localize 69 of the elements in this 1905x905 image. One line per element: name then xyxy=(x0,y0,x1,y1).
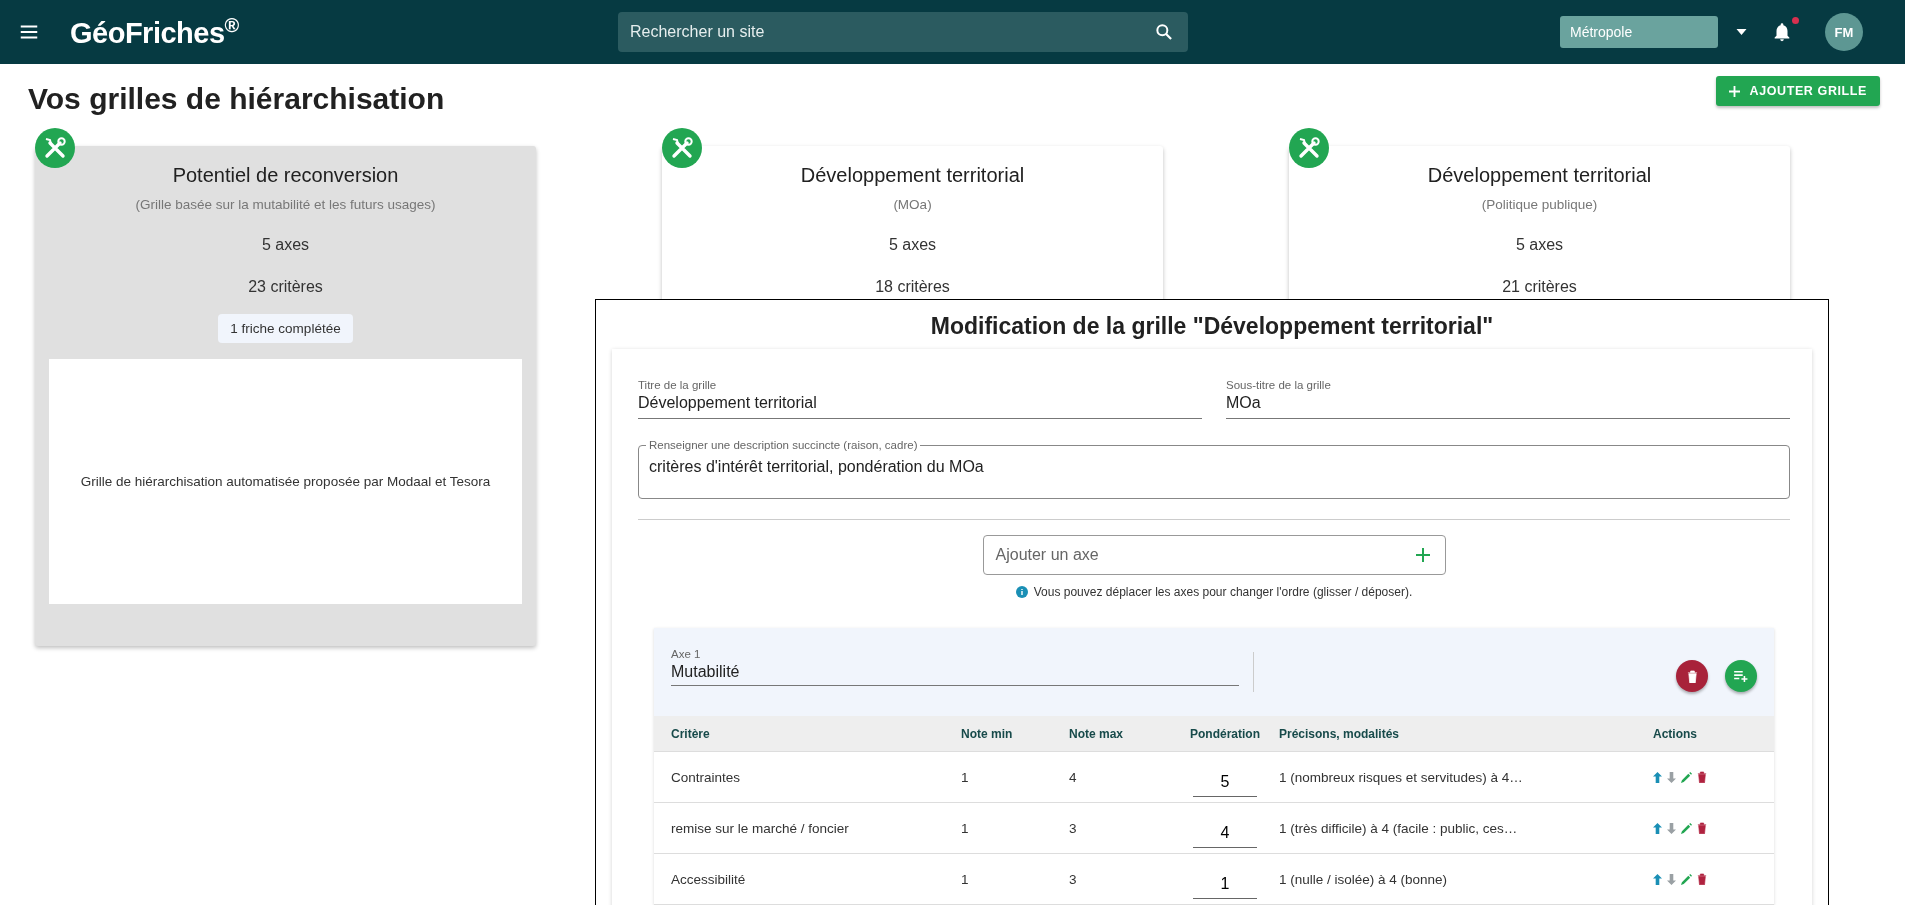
table-cell-text: 3 xyxy=(1069,871,1078,887)
table-cell-text: 1 (nombreux risques et servitudes) à 4… xyxy=(1279,769,1524,785)
grid-subtitle-field[interactable]: Sous-titre de la grille MOa xyxy=(1226,379,1790,419)
column-header: Note max xyxy=(1069,726,1125,741)
table-cell-text: 4 xyxy=(1069,769,1078,785)
add-criterion-button[interactable] xyxy=(1725,660,1757,692)
field-label: Renseigner une description succincte (raison, cadre) xyxy=(646,438,921,452)
table-cell-text: Accessibilité xyxy=(671,871,747,887)
completed-count-badge: 1 friche complétée xyxy=(218,314,353,343)
criteria-count: 18 critères xyxy=(875,278,950,296)
app-logo[interactable]: GéoFriches$^{®}$ xyxy=(70,14,430,50)
info-text: Vous pouvez déplacer les axes pour changer l'ordre (glisser / déposer). xyxy=(1033,585,1413,599)
column-header: Actions xyxy=(1653,726,1698,741)
table-cell-text: 1 xyxy=(961,769,970,785)
arrow-down-icon[interactable] xyxy=(1667,771,1676,783)
criteria-count: 23 critères xyxy=(248,278,323,296)
weight-field[interactable]: 1 xyxy=(1193,867,1257,899)
table-cell-text: 1 (nulle / isolée) à 4 (bonne) xyxy=(1279,871,1449,887)
delete-axis-button[interactable] xyxy=(1676,660,1708,692)
plus-icon xyxy=(1728,85,1740,97)
table-cell-text: Contraintes xyxy=(671,769,742,785)
grid-card[interactable]: Potentiel de reconversion (Grille basée sur la mutabilité et les futurs usages) 5 axes 23 critères 1 friche complétée Grille de hiérarchisation automatisée proposée par Modaal et Tesora xyxy=(35,146,536,646)
column-header: Note min xyxy=(961,726,1014,741)
card-title: Développement territorial xyxy=(800,164,1025,187)
table-cell-text: 3 xyxy=(1069,820,1078,836)
add-axis-field[interactable]: Ajouter un axe xyxy=(982,535,1446,575)
trash-icon xyxy=(1686,669,1698,683)
pencil-icon[interactable] xyxy=(1681,771,1692,783)
weight-field[interactable]: 5 xyxy=(1193,765,1257,797)
arrow-down-icon[interactable] xyxy=(1667,822,1676,834)
info-icon xyxy=(1015,586,1028,598)
plus-icon[interactable] xyxy=(1414,547,1431,563)
arrow-up-icon[interactable] xyxy=(1653,873,1662,885)
card-description: Grille de hiérarchisation automatisée proposée par Modaal et Tesora xyxy=(49,359,522,604)
arrow-up-icon[interactable] xyxy=(1653,771,1662,783)
caret-icon[interactable] xyxy=(1736,29,1747,35)
trash-icon[interactable] xyxy=(1697,822,1707,834)
playlist-add-icon xyxy=(1734,670,1748,682)
trash-icon[interactable] xyxy=(1697,771,1707,783)
table-cell-text: remise sur le marché / foncier xyxy=(671,820,850,836)
card-subtitle: (Politique publique) xyxy=(1481,197,1598,212)
column-header: Précisons, modalités xyxy=(1279,726,1401,741)
dialog-title: Modification de la grille "Développement territorial" xyxy=(929,313,1495,340)
tools-icon[interactable] xyxy=(1289,128,1329,168)
card-title: Potentiel de reconversion xyxy=(172,164,399,187)
criteria-count: 21 critères xyxy=(1502,278,1577,296)
card-title: Développement territorial xyxy=(1427,164,1652,187)
trash-icon[interactable] xyxy=(1697,873,1707,885)
axes-count: 5 axes xyxy=(888,236,937,254)
grid-title-field[interactable]: Titre de la grille Développement territorial xyxy=(638,379,1202,419)
arrow-up-icon[interactable] xyxy=(1653,822,1662,834)
tools-icon[interactable] xyxy=(35,128,75,168)
axes-count: 5 axes xyxy=(261,236,310,254)
arrow-down-icon[interactable] xyxy=(1667,873,1676,885)
search-icon[interactable] xyxy=(1154,22,1174,42)
pencil-icon[interactable] xyxy=(1681,822,1692,834)
weight-field[interactable]: 4 xyxy=(1193,816,1257,848)
card-subtitle: (MOa) xyxy=(893,197,932,212)
column-header: Critère xyxy=(671,726,711,741)
pencil-icon[interactable] xyxy=(1681,873,1692,885)
table-cell-text: 1 xyxy=(961,820,970,836)
table-cell-text: 1 (très difficile) à 4 (facile : public, ces… xyxy=(1279,820,1519,836)
page-title: Vos grilles de hiérarchisation xyxy=(28,82,445,116)
tools-icon[interactable] xyxy=(662,128,702,168)
axes-count: 5 axes xyxy=(1515,236,1564,254)
card-subtitle: (Grille basée sur la mutabilité et les futurs usages) xyxy=(135,197,436,212)
search-field[interactable]: Rechercher un site xyxy=(618,12,1188,52)
table-cell-text: 1 xyxy=(961,871,970,887)
column-header: Pondération xyxy=(1189,726,1261,741)
